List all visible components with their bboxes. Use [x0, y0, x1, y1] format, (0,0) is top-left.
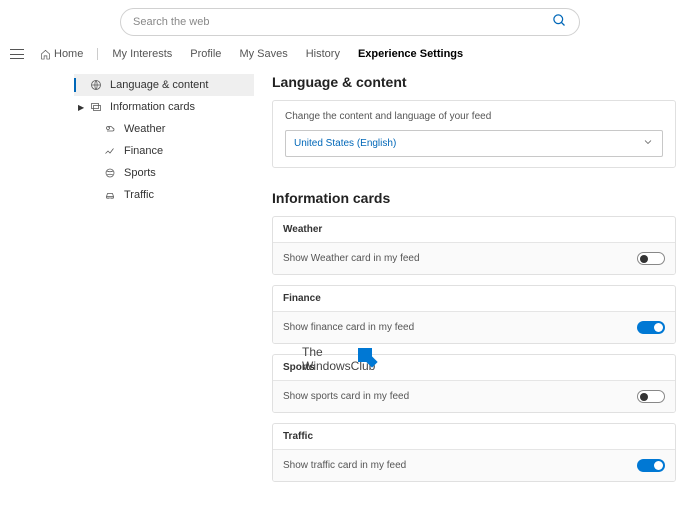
sidebar: Language & content ▶ Information cards W… [74, 74, 254, 492]
card-title: Sports [273, 355, 675, 381]
weather-icon [104, 123, 116, 135]
sidebar-item-label: Weather [124, 123, 165, 135]
hamburger-icon[interactable] [10, 49, 24, 59]
card-title: Weather [273, 217, 675, 243]
card-desc: Show sports card in my feed [283, 391, 409, 402]
card-desc: Show Weather card in my feed [283, 253, 420, 264]
chevron-down-icon [642, 136, 654, 151]
info-card-finance: Finance Show finance card in my feed [272, 285, 676, 344]
caret-right-icon: ▶ [78, 103, 84, 112]
info-card-weather: Weather Show Weather card in my feed [272, 216, 676, 275]
sidebar-item-traffic[interactable]: Traffic [74, 184, 254, 206]
nav-profile[interactable]: Profile [184, 46, 227, 62]
toggle-sports[interactable] [637, 390, 665, 403]
info-card-sports: Sports Show sports card in my feed [272, 354, 676, 413]
sidebar-item-info-cards[interactable]: ▶ Information cards [74, 96, 254, 118]
toggle-finance[interactable] [637, 321, 665, 334]
nav-saves[interactable]: My Saves [233, 46, 293, 62]
sidebar-item-finance[interactable]: Finance [74, 140, 254, 162]
cards-icon [90, 101, 102, 113]
nav-home[interactable]: Home [34, 46, 89, 62]
sports-icon [104, 167, 116, 179]
section-title-language: Language & content [272, 74, 676, 90]
nav-history[interactable]: History [300, 46, 346, 62]
language-select[interactable]: United States (English) [285, 130, 663, 157]
sidebar-item-label: Traffic [124, 189, 154, 201]
language-value: United States (English) [294, 138, 396, 149]
sidebar-item-sports[interactable]: Sports [74, 162, 254, 184]
sidebar-item-label: Information cards [110, 101, 195, 113]
toggle-weather[interactable] [637, 252, 665, 265]
card-desc: Show traffic card in my feed [283, 460, 406, 471]
info-card-traffic: Traffic Show traffic card in my feed [272, 423, 676, 482]
sidebar-item-language[interactable]: Language & content [74, 74, 254, 96]
toggle-traffic[interactable] [637, 459, 665, 472]
sidebar-item-label: Language & content [110, 79, 208, 91]
sidebar-item-weather[interactable]: Weather [74, 118, 254, 140]
language-desc: Change the content and language of your … [285, 111, 663, 122]
nav-experience-settings[interactable]: Experience Settings [352, 46, 469, 62]
search-box[interactable] [120, 8, 580, 36]
finance-icon [104, 145, 116, 157]
main-panel: Language & content Change the content an… [272, 74, 686, 492]
card-title: Finance [273, 286, 675, 312]
sidebar-item-label: Finance [124, 145, 163, 157]
top-nav: Home My Interests Profile My Saves Histo… [0, 42, 700, 70]
traffic-icon [104, 189, 116, 201]
globe-icon [90, 79, 102, 91]
language-card: Change the content and language of your … [272, 100, 676, 168]
sidebar-item-label: Sports [124, 167, 156, 179]
search-input[interactable] [133, 16, 552, 28]
nav-interests[interactable]: My Interests [106, 46, 178, 62]
section-title-info: Information cards [272, 190, 676, 206]
search-icon[interactable] [552, 13, 567, 31]
card-desc: Show finance card in my feed [283, 322, 414, 333]
card-title: Traffic [273, 424, 675, 450]
